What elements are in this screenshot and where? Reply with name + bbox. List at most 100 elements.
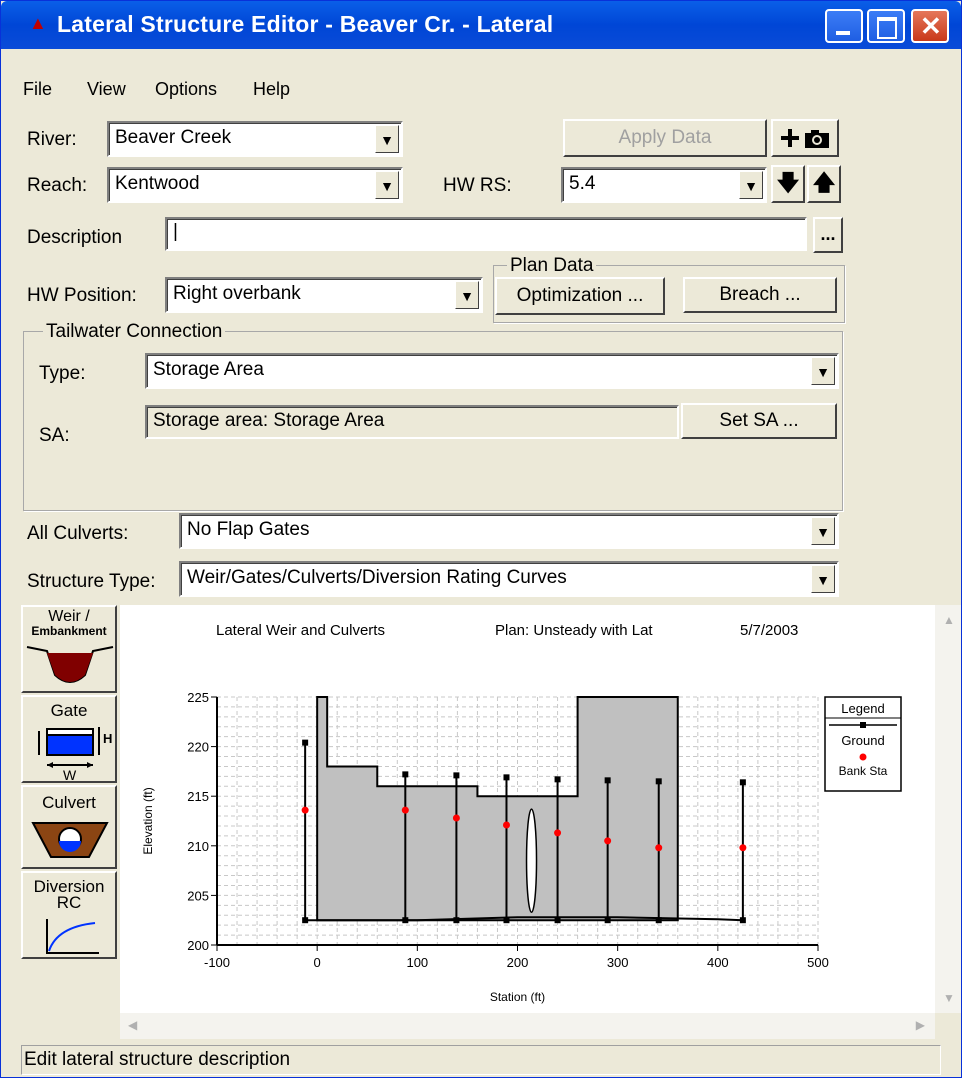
diversion-rc-button[interactable]: Diversion RC — [21, 871, 117, 959]
diversion-label-2: RC — [56, 893, 82, 912]
ground-point-top-6 — [655, 778, 662, 785]
chevron-down-icon[interactable]: ▼ — [811, 357, 835, 385]
river-label: River: — [27, 129, 77, 150]
x-tick-label: 200 — [507, 955, 529, 970]
status-bar: Edit lateral structure description — [21, 1045, 941, 1075]
culvert-button[interactable]: Culvert — [21, 785, 117, 869]
y-tick-label: 200 — [187, 938, 209, 953]
weir-embankment-icon — [26, 646, 114, 683]
culvert-label: Culvert — [42, 793, 96, 812]
breach-button[interactable]: Breach ... — [683, 277, 837, 313]
weir-label-2: Embankment — [31, 624, 107, 638]
menu-view[interactable]: View — [87, 79, 126, 100]
storage-area-field: Storage area: Storage Area — [145, 405, 679, 439]
scroll-left-icon[interactable]: ◀ — [128, 1018, 137, 1032]
bank-station-point-5 — [604, 837, 612, 845]
chevron-down-icon[interactable]: ▼ — [739, 171, 763, 199]
x-tick-label: 400 — [707, 955, 729, 970]
type-label: Type: — [39, 363, 86, 384]
bank-station-point-4 — [554, 829, 562, 837]
weir-profile — [316, 696, 679, 922]
hw-rs-select[interactable]: 5.4 ▼ — [561, 167, 767, 203]
gate-w-label: W — [63, 767, 77, 783]
ground-point-bottom-7 — [739, 917, 746, 924]
menu-options[interactable]: Options — [155, 79, 217, 100]
ground-point-top-0 — [302, 739, 309, 746]
legend-ground-marker — [860, 722, 866, 728]
chevron-down-icon[interactable]: ▼ — [811, 517, 835, 545]
ground-point-bottom-2 — [453, 917, 460, 924]
plot-area: Lateral Weir and Culverts Plan: Unsteady … — [120, 605, 935, 1013]
scroll-up-icon[interactable]: ▲ — [943, 613, 955, 627]
close-icon: ✕ — [920, 11, 942, 41]
ground-point-top-7 — [739, 779, 746, 786]
gate-h-label: H — [103, 731, 113, 746]
description-more-button[interactable]: ... — [813, 217, 843, 253]
bank-station-point-1 — [401, 806, 409, 814]
x-tick-label: 500 — [807, 955, 829, 970]
weir-embankment-button[interactable]: Weir / Embankment — [21, 605, 117, 693]
ground-point-top-2 — [453, 772, 460, 779]
bank-station-point-2 — [452, 814, 460, 822]
chevron-down-icon[interactable]: ▼ — [811, 565, 835, 593]
bank-station-point-6 — [655, 844, 663, 852]
chart-date: 5/7/2003 — [740, 622, 798, 639]
hw-position-select[interactable]: Right overbank ▼ — [165, 277, 483, 313]
chevron-down-icon[interactable]: ▼ — [375, 125, 399, 153]
minimize-button[interactable] — [825, 9, 863, 43]
scroll-down-icon[interactable]: ▼ — [943, 991, 955, 1005]
vertical-scrollbar[interactable]: ▲ ▼ — [935, 605, 961, 1013]
tailwater-type-select[interactable]: Storage Area ▼ — [145, 353, 839, 389]
structure-type-value: Weir/Gates/Culverts/Diversion Rating Cur… — [187, 567, 567, 588]
arrow-up-icon[interactable]: 🡅 — [807, 165, 841, 203]
legend-ground-label: Ground — [841, 733, 884, 748]
sa-label: SA: — [39, 425, 70, 446]
menu-help[interactable]: Help — [253, 79, 290, 100]
ground-point-bottom-3 — [503, 917, 510, 924]
arrow-down-icon[interactable]: 🡇 — [771, 165, 805, 203]
description-label: Description — [27, 227, 123, 248]
reach-select[interactable]: Kentwood ▼ — [107, 167, 403, 203]
add-camera-button[interactable] — [771, 119, 839, 157]
hw-position-value: Right overbank — [173, 283, 301, 304]
ground-point-bottom-1 — [402, 917, 409, 924]
y-tick-label: 210 — [187, 839, 209, 854]
chevron-down-icon[interactable]: ▼ — [455, 281, 479, 309]
bank-station-point-0 — [301, 806, 309, 814]
apply-data-button[interactable]: Apply Data — [563, 119, 767, 157]
chart-title: Lateral Weir and Culverts — [216, 622, 385, 639]
y-tick-label: 225 — [187, 690, 209, 705]
ground-point-bottom-5 — [604, 917, 611, 924]
river-select[interactable]: Beaver Creek ▼ — [107, 121, 403, 157]
menu-file[interactable]: File — [23, 79, 52, 100]
hw-rs-label: HW RS: — [443, 175, 512, 196]
lateral-weir-chart: Lateral Weir and Culverts Plan: Unsteady … — [141, 622, 902, 1004]
all-culverts-select[interactable]: No Flap Gates ▼ — [179, 513, 839, 549]
hw-rs-value: 5.4 — [569, 173, 596, 194]
set-sa-button[interactable]: Set SA ... — [681, 403, 837, 439]
bank-station-point-7 — [739, 844, 747, 852]
optimization-button[interactable]: Optimization ... — [495, 277, 665, 315]
x-tick-label: 0 — [314, 955, 321, 970]
river-value: Beaver Creek — [115, 127, 232, 148]
ground-point-top-4 — [554, 776, 561, 783]
gate-button[interactable]: Gate H W — [21, 695, 117, 783]
horizontal-scrollbar[interactable]: ◀ ▶ — [120, 1013, 935, 1039]
description-input[interactable]: | — [165, 217, 807, 251]
bank-station-point-3 — [502, 821, 510, 829]
chart-plan: Plan: Unsteady with Lat — [495, 622, 653, 639]
plan-data-title: Plan Data — [507, 255, 597, 277]
close-button[interactable]: ✕ — [911, 9, 949, 43]
structure-type-select[interactable]: Weir/Gates/Culverts/Diversion Rating Cur… — [179, 561, 839, 597]
scroll-right-icon[interactable]: ▶ — [916, 1018, 925, 1032]
legend-bank-marker — [859, 753, 867, 761]
maximize-button[interactable] — [867, 9, 905, 43]
ground-point-bottom-6 — [655, 917, 662, 924]
lateral-structure-editor-window: ▲ Lateral Structure Editor - Beaver Cr. … — [0, 0, 962, 1078]
x-tick-label: 100 — [406, 955, 428, 970]
tailwater-type-value: Storage Area — [153, 359, 264, 380]
title-bar[interactable]: ▲ Lateral Structure Editor - Beaver Cr. … — [1, 1, 961, 49]
culvert-icon — [31, 822, 109, 858]
chevron-down-icon[interactable]: ▼ — [375, 171, 399, 199]
menu-bar: File View Options Help — [1, 49, 961, 99]
